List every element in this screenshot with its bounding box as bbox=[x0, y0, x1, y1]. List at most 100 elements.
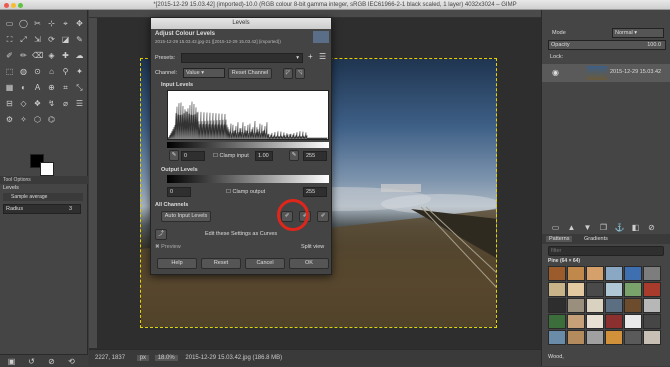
opacity-slider[interactable]: Opacity 100.0 bbox=[548, 40, 666, 50]
tool-12-icon[interactable]: ✐ bbox=[4, 50, 15, 61]
tool-7-icon[interactable]: ⤢ bbox=[18, 34, 29, 45]
tool-4-icon[interactable]: ⌖ bbox=[60, 18, 71, 29]
pattern-swatch[interactable] bbox=[643, 330, 661, 345]
tool-28-icon[interactable]: ⌗ bbox=[60, 82, 71, 93]
curves-icon[interactable]: ⤴ bbox=[155, 229, 167, 240]
delete-layer-icon[interactable]: ⊘ bbox=[646, 222, 657, 233]
pattern-swatch[interactable] bbox=[605, 282, 623, 297]
reset-button[interactable]: Reset bbox=[201, 258, 241, 269]
black-point-picker-icon[interactable]: ✎ bbox=[169, 150, 179, 161]
restore-icon[interactable]: ⟲ bbox=[66, 356, 77, 367]
pattern-swatch[interactable] bbox=[567, 330, 585, 345]
tool-1-icon[interactable]: ◯ bbox=[18, 18, 29, 29]
auto-input-levels-button[interactable]: Auto Input Levels bbox=[161, 211, 211, 222]
close-icon[interactable] bbox=[4, 3, 9, 8]
help-button[interactable]: Help bbox=[157, 258, 197, 269]
mode-select[interactable]: Normal ▾ bbox=[612, 28, 664, 38]
tool-21-icon[interactable]: ⌂ bbox=[46, 66, 57, 77]
presets-combo[interactable]: ▾ bbox=[181, 53, 303, 63]
pattern-swatch[interactable] bbox=[624, 314, 642, 329]
pattern-swatch[interactable] bbox=[586, 314, 604, 329]
tool-25-icon[interactable]: ◐ bbox=[18, 82, 29, 93]
pattern-swatch[interactable] bbox=[605, 266, 623, 281]
delete-icon[interactable]: ⊘ bbox=[46, 356, 57, 367]
zoom-icon[interactable] bbox=[18, 3, 23, 8]
pattern-swatch[interactable] bbox=[624, 330, 642, 345]
unit-select[interactable]: px bbox=[136, 355, 150, 361]
zoom-select[interactable]: 18.0% bbox=[154, 355, 178, 361]
clamp-output-check[interactable]: ☐ Clamp output bbox=[226, 189, 265, 195]
pattern-swatch[interactable] bbox=[567, 298, 585, 313]
pattern-swatch[interactable] bbox=[586, 330, 604, 345]
output-gradient[interactable] bbox=[167, 175, 329, 183]
tool-18-icon[interactable]: ⬚ bbox=[4, 66, 15, 77]
preset-menu-icon[interactable]: ☰ bbox=[319, 52, 326, 61]
split-view-check[interactable]: Split view bbox=[301, 244, 324, 250]
pattern-swatch[interactable] bbox=[643, 266, 661, 281]
pattern-swatch[interactable] bbox=[586, 282, 604, 297]
eye-icon[interactable]: ◉ bbox=[552, 68, 559, 77]
tool-26-icon[interactable]: A bbox=[32, 82, 43, 93]
pattern-filter-input[interactable] bbox=[548, 246, 664, 256]
layer-row[interactable]: ◉ 2015-12-29 15.03.42 bbox=[542, 64, 670, 82]
tool-31-icon[interactable]: ◇ bbox=[18, 98, 29, 109]
tool-39-icon[interactable]: ⌬ bbox=[46, 114, 57, 125]
tool-10-icon[interactable]: ◪ bbox=[60, 34, 71, 45]
edit-curves-button[interactable]: Edit these Settings as Curves bbox=[205, 231, 277, 237]
pattern-swatch[interactable] bbox=[548, 298, 566, 313]
vertical-ruler[interactable] bbox=[89, 18, 97, 348]
input-low-spin[interactable]: 0 bbox=[181, 151, 205, 161]
tool-20-icon[interactable]: ⊙ bbox=[32, 66, 43, 77]
tool-36-icon[interactable]: ⚙ bbox=[4, 114, 15, 125]
tool-22-icon[interactable]: ⚲ bbox=[60, 66, 71, 77]
pattern-swatch[interactable] bbox=[643, 298, 661, 313]
tool-6-icon[interactable]: ⛶ bbox=[4, 34, 15, 45]
tool-11-icon[interactable]: ✎ bbox=[74, 34, 85, 45]
input-histogram[interactable] bbox=[167, 90, 329, 140]
tool-16-icon[interactable]: ✚ bbox=[60, 50, 71, 61]
output-high-spin[interactable]: 255 bbox=[303, 187, 327, 197]
sample-average-check[interactable]: Sample average bbox=[3, 193, 83, 201]
ok-button[interactable]: OK bbox=[289, 258, 329, 269]
tool-37-icon[interactable]: ✧ bbox=[18, 114, 29, 125]
pattern-swatch[interactable] bbox=[586, 298, 604, 313]
white-point-picker-icon[interactable]: ✎ bbox=[289, 150, 299, 161]
minimize-icon[interactable] bbox=[11, 3, 16, 8]
white-eyedropper-icon[interactable]: ✐ bbox=[317, 211, 329, 222]
save-icon[interactable]: ▣ bbox=[6, 356, 17, 367]
pattern-swatch[interactable] bbox=[548, 330, 566, 345]
tool-27-icon[interactable]: ⊕ bbox=[46, 82, 57, 93]
tool-24-icon[interactable]: ▦ bbox=[4, 82, 15, 93]
tool-33-icon[interactable]: ↯ bbox=[46, 98, 57, 109]
background-color[interactable] bbox=[40, 162, 54, 176]
tool-23-icon[interactable]: ✦ bbox=[74, 66, 85, 77]
raise-icon[interactable]: ▲ bbox=[566, 222, 577, 233]
tool-19-icon[interactable]: ◍ bbox=[18, 66, 29, 77]
pattern-swatch[interactable] bbox=[643, 282, 661, 297]
tool-3-icon[interactable]: ⊹ bbox=[46, 18, 57, 29]
tool-34-icon[interactable]: ⌀ bbox=[60, 98, 71, 109]
clamp-input-check[interactable]: ☐ Clamp input bbox=[213, 153, 249, 159]
tool-8-icon[interactable]: ⇲ bbox=[32, 34, 43, 45]
tool-15-icon[interactable]: ◈ bbox=[46, 50, 57, 61]
channel-select[interactable]: Value ▾ bbox=[183, 68, 225, 78]
gamma-spin[interactable]: 1.00 bbox=[255, 151, 273, 161]
pattern-swatch[interactable] bbox=[548, 266, 566, 281]
tool-35-icon[interactable]: ☰ bbox=[74, 98, 85, 109]
pattern-swatch[interactable] bbox=[643, 314, 661, 329]
log-histogram-icon[interactable]: ◹ bbox=[295, 68, 305, 79]
tool-17-icon[interactable]: ☁ bbox=[74, 50, 85, 61]
tab-gradients[interactable]: Gradients bbox=[584, 236, 608, 242]
duplicate-icon[interactable]: ❐ bbox=[598, 222, 609, 233]
new-layer-icon[interactable]: ▭ bbox=[550, 222, 561, 233]
pattern-swatch[interactable] bbox=[605, 314, 623, 329]
cancel-button[interactable]: Cancel bbox=[245, 258, 285, 269]
tool-options-tab[interactable]: Tool Options bbox=[0, 176, 88, 184]
add-preset-icon[interactable]: + bbox=[308, 52, 313, 61]
tool-14-icon[interactable]: ⌫ bbox=[32, 50, 43, 61]
tool-13-icon[interactable]: ✏ bbox=[18, 50, 29, 61]
tool-5-icon[interactable]: ✥ bbox=[74, 18, 85, 29]
pattern-swatch[interactable] bbox=[567, 266, 585, 281]
undo-icon[interactable]: ↺ bbox=[26, 356, 37, 367]
pattern-swatch[interactable] bbox=[605, 298, 623, 313]
